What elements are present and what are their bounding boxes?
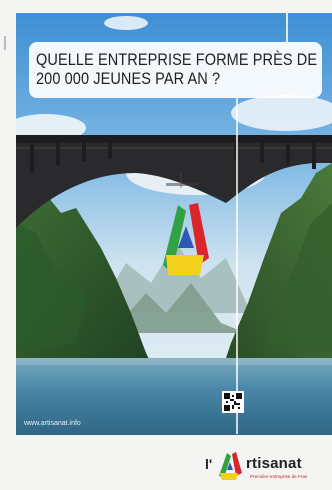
poster: QUELLE ENTREPRISE FORME PRÈS DE 200 000 … (0, 0, 332, 490)
logo-tagline: Première entreprise de Fran (250, 474, 308, 479)
website-url[interactable]: www.artisanat.info (24, 420, 81, 427)
artisanat-logo: l' rtisanat Première entreprise de Fran (205, 450, 332, 490)
crop-mark (4, 36, 6, 50)
headline: QUELLE ENTREPRISE FORME PRÈS DE 200 000 … (36, 51, 318, 89)
headline-line-1: QUELLE ENTREPRISE FORME PRÈS DE (36, 51, 318, 69)
logo-word: rtisanat (246, 455, 302, 472)
qr-code[interactable] (222, 391, 244, 413)
fold-line-top (286, 13, 288, 42)
logo-prefix: l' (205, 456, 213, 472)
fold-line (236, 98, 238, 434)
headline-line-2: 200 000 JEUNES PAR AN ? (36, 70, 221, 88)
logo-a-icon (219, 452, 242, 480)
